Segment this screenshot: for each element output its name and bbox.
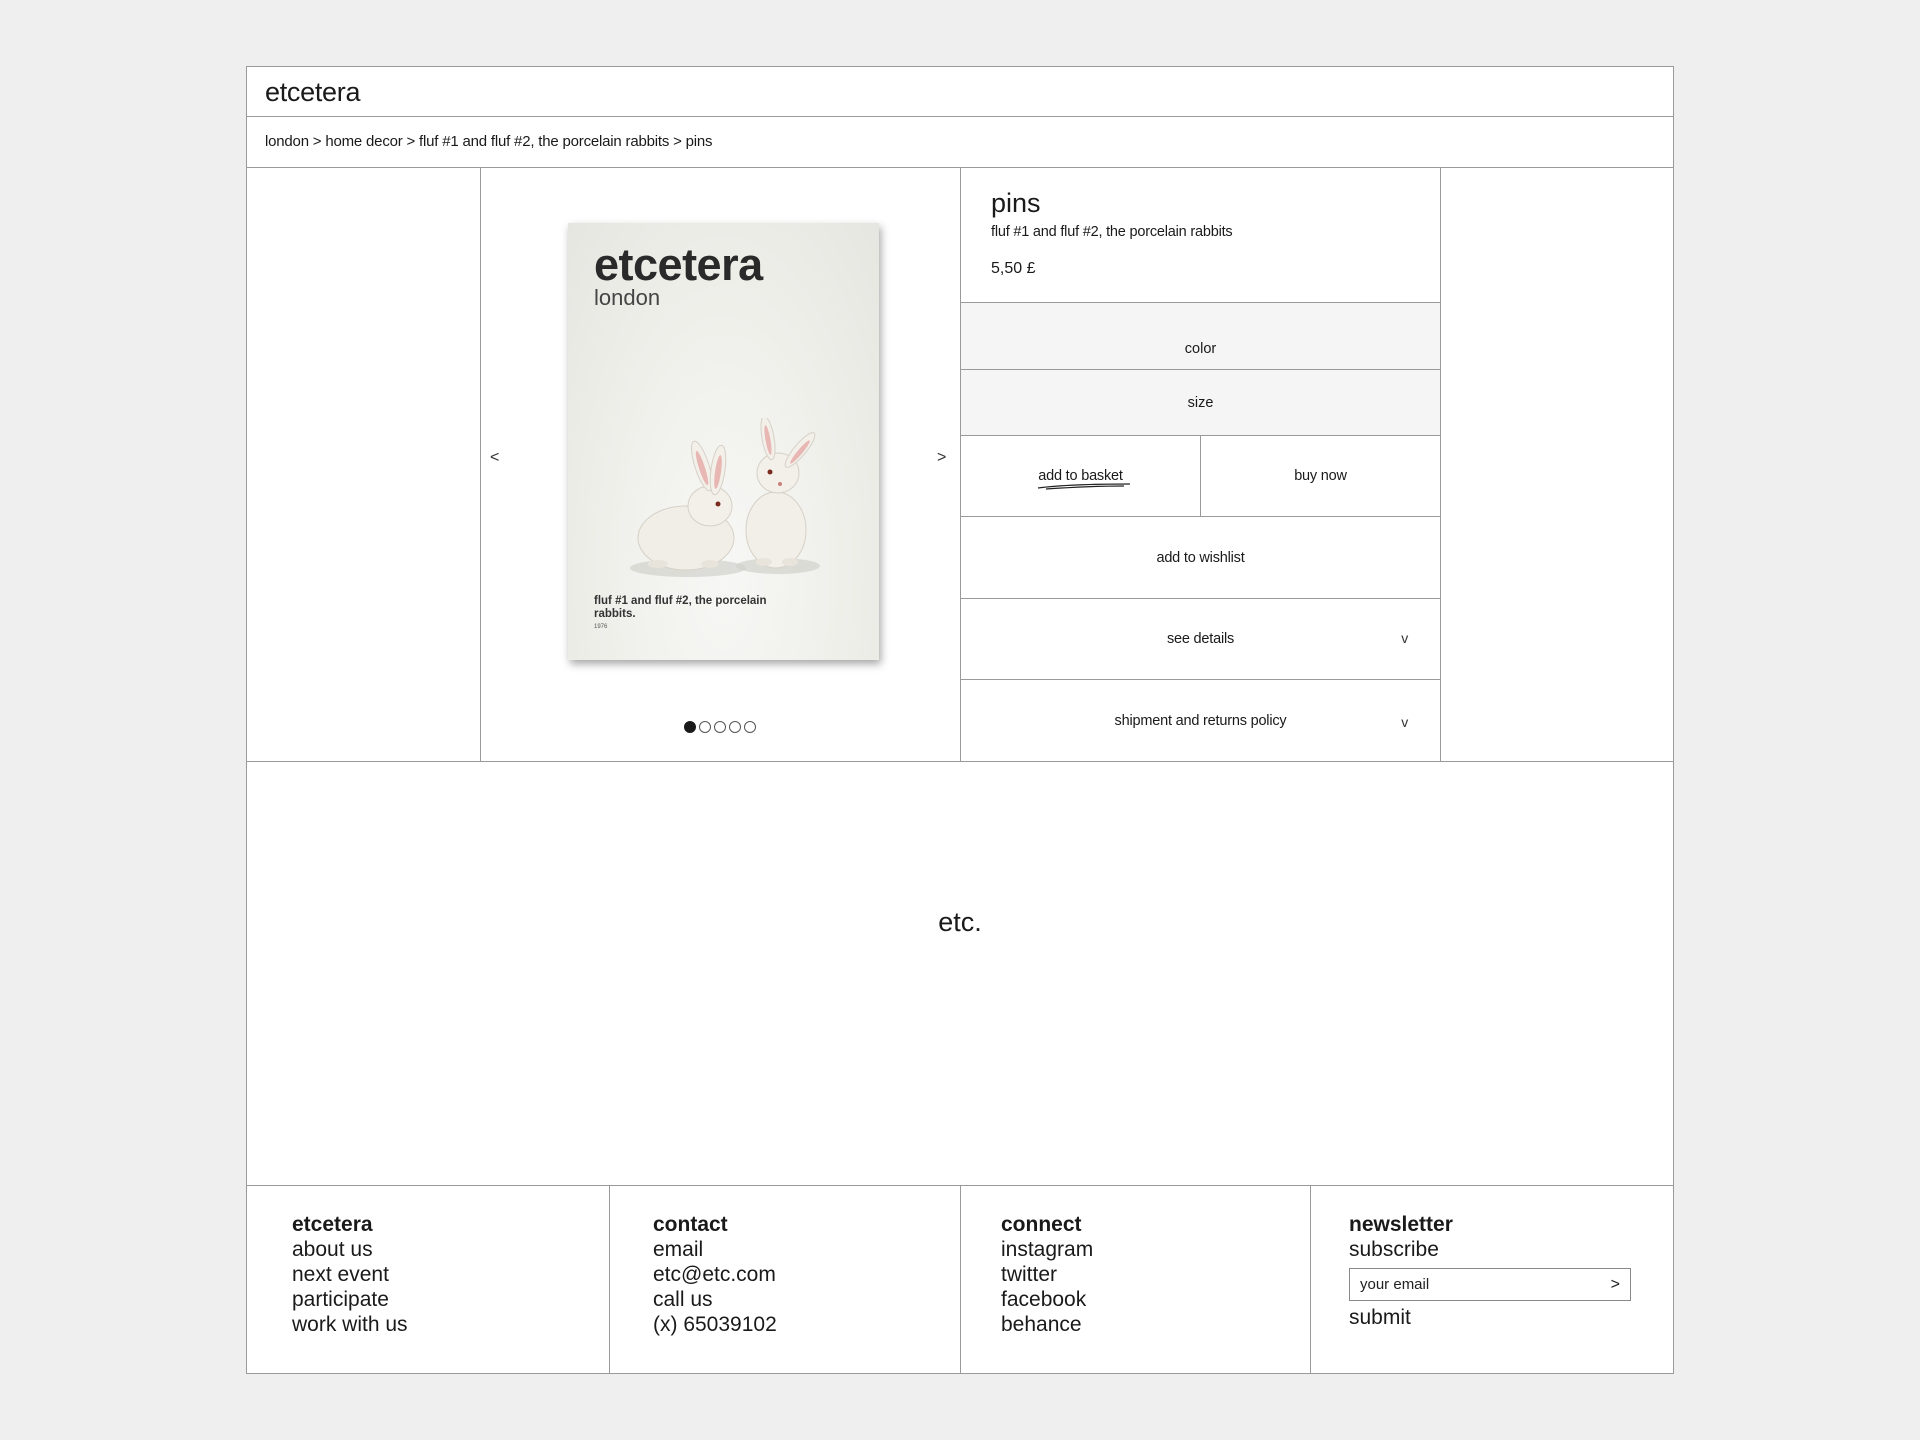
- add-to-wishlist-button[interactable]: add to wishlist: [961, 517, 1440, 598]
- footer-link-next-event[interactable]: next event: [292, 1262, 408, 1287]
- page-frame: etcetera london > home decor > fluf #1 a…: [246, 66, 1674, 1374]
- contact-phone-label: call us: [653, 1288, 713, 1311]
- color-select[interactable]: color: [961, 303, 1440, 369]
- footer-heading: etcetera: [292, 1213, 373, 1236]
- color-label: color: [1184, 341, 1217, 357]
- footer-link-work-with-us[interactable]: work with us: [292, 1312, 408, 1337]
- shipment-policy-toggle[interactable]: shipment and returns policy v: [961, 680, 1440, 761]
- see-details-toggle[interactable]: see details v: [961, 599, 1440, 679]
- gallery-dot[interactable]: [729, 721, 741, 733]
- footer-heading: newsletter: [1349, 1213, 1453, 1236]
- divider: [1310, 1185, 1311, 1373]
- footer-link-twitter[interactable]: twitter: [1001, 1262, 1093, 1287]
- divider: [1440, 167, 1441, 761]
- breadcrumb[interactable]: london > home decor > fluf #1 and fluf #…: [265, 133, 713, 150]
- gallery-dot[interactable]: [699, 721, 711, 733]
- add-to-basket-button[interactable]: add to basket: [961, 436, 1200, 516]
- card-caption: fluf #1 and fluf #2, the porcelain rabbi…: [594, 595, 767, 620]
- contact-email-label: email: [653, 1238, 704, 1261]
- newsletter-submit-button[interactable]: submit: [1349, 1305, 1631, 1330]
- contact-email-link[interactable]: etc@etc.com: [653, 1262, 777, 1287]
- divider: [247, 761, 1673, 762]
- banner-text: etc.: [938, 907, 982, 937]
- gallery-dot[interactable]: [744, 721, 756, 733]
- gallery-prev-button[interactable]: <: [490, 449, 499, 467]
- product-title: pins: [991, 188, 1041, 218]
- underline-scribble-icon: [1038, 483, 1131, 490]
- newsletter-subscribe-label: subscribe: [1349, 1238, 1439, 1261]
- shipment-policy-label: shipment and returns policy: [1114, 712, 1287, 729]
- footer-contact: contact email etc@etc.com call us (x) 65…: [653, 1212, 777, 1337]
- add-to-basket-label: add to basket: [1038, 468, 1131, 490]
- product-details: pins fluf #1 and fluf #2, the porcelain …: [961, 168, 1440, 761]
- gallery-next-button[interactable]: >: [937, 449, 946, 467]
- product-subtitle: fluf #1 and fluf #2, the porcelain rabbi…: [991, 224, 1233, 240]
- chevron-down-icon: v: [1401, 714, 1408, 730]
- footer-heading: contact: [653, 1213, 728, 1236]
- footer-link-participate[interactable]: participate: [292, 1287, 408, 1312]
- chevron-down-icon: v: [1401, 630, 1408, 646]
- divider: [960, 1185, 961, 1373]
- newsletter-go-button[interactable]: >: [1611, 1272, 1620, 1297]
- card-brand: etcetera: [594, 239, 763, 290]
- site-logo[interactable]: etcetera: [265, 77, 360, 108]
- footer-heading: connect: [1001, 1213, 1082, 1236]
- buy-now-button[interactable]: buy now: [1201, 436, 1440, 516]
- card-year: 1976: [594, 624, 608, 630]
- gallery-dot[interactable]: [714, 721, 726, 733]
- footer-link-behance[interactable]: behance: [1001, 1312, 1093, 1337]
- newsletter-email-field: >: [1349, 1268, 1631, 1301]
- divider: [609, 1185, 610, 1373]
- product-image: etcetera london fluf #1 and fluf #2, the…: [568, 223, 879, 660]
- product-gallery: < > etcetera london fluf #1 and fluf #2,…: [480, 167, 960, 761]
- divider: [247, 116, 1673, 117]
- footer-link-instagram[interactable]: instagram: [1001, 1237, 1093, 1262]
- footer-link-facebook[interactable]: facebook: [1001, 1287, 1093, 1312]
- footer-newsletter: newsletter subscribe > submit: [1349, 1212, 1631, 1330]
- see-details-label: see details: [1166, 631, 1235, 647]
- size-select[interactable]: size: [961, 370, 1440, 435]
- contact-phone-link[interactable]: (x) 65039102: [653, 1312, 777, 1337]
- gallery-dot[interactable]: [684, 721, 696, 733]
- footer-link-about-us[interactable]: about us: [292, 1237, 408, 1262]
- newsletter-email-input[interactable]: [1360, 1276, 1590, 1293]
- footer-etcetera: etcetera about us next event participate…: [292, 1212, 408, 1337]
- size-label: size: [1187, 394, 1214, 411]
- porcelain-rabbits-illustration: [630, 418, 820, 577]
- card-city: london: [594, 285, 661, 310]
- product-price: 5,50 £: [991, 260, 1036, 277]
- footer-connect: connect instagram twitter facebook behan…: [1001, 1212, 1093, 1337]
- gallery-pagination: [684, 721, 756, 733]
